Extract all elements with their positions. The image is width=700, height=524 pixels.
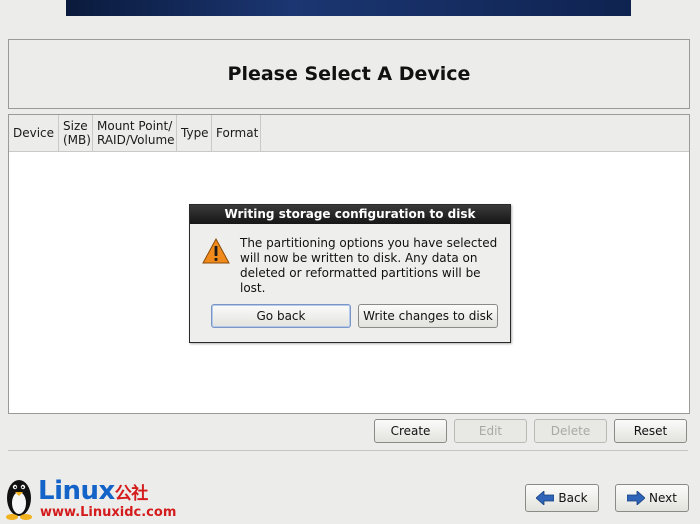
column-header-size-line2: (MB) — [63, 133, 91, 147]
write-changes-button[interactable]: Write changes to disk — [358, 304, 498, 328]
back-button[interactable]: Back — [525, 484, 599, 512]
dialog-message: The partitioning options you have select… — [240, 236, 498, 295]
watermark-url: www.Linuxidc.com — [40, 505, 177, 520]
column-header-size-line1: Size — [63, 119, 88, 133]
write-confirm-dialog: Writing storage configuration to disk Th… — [189, 204, 511, 343]
separator — [8, 450, 688, 451]
next-arrow-icon — [627, 491, 646, 505]
column-header-type[interactable]: Type — [177, 115, 212, 151]
reset-button[interactable]: Reset — [614, 419, 687, 443]
back-arrow-icon — [536, 491, 555, 505]
create-button[interactable]: Create — [374, 419, 447, 443]
go-back-button[interactable]: Go back — [211, 304, 351, 328]
edit-button[interactable]: Edit — [454, 419, 527, 443]
dialog-title: Writing storage configuration to disk — [190, 205, 510, 224]
column-header-size[interactable]: Size (MB) — [59, 115, 93, 151]
watermark-brand: Linux公社 — [38, 476, 148, 506]
next-button[interactable]: Next — [615, 484, 689, 512]
column-header-device[interactable]: Device — [9, 115, 59, 151]
column-header-mount-point[interactable]: Mount Point/ RAID/Volume — [93, 115, 177, 151]
page-title: Please Select A Device — [227, 63, 471, 85]
column-header-format[interactable]: Format — [212, 115, 261, 151]
delete-button[interactable]: Delete — [534, 419, 607, 443]
table-header: Device Size (MB) Mount Point/ RAID/Volum… — [9, 115, 689, 152]
column-header-mount-line2: RAID/Volume — [97, 133, 175, 147]
column-header-mount-line1: Mount Point/ — [97, 119, 173, 133]
header-banner — [66, 0, 631, 16]
title-panel: Please Select A Device — [8, 39, 690, 109]
warning-icon — [202, 238, 230, 264]
